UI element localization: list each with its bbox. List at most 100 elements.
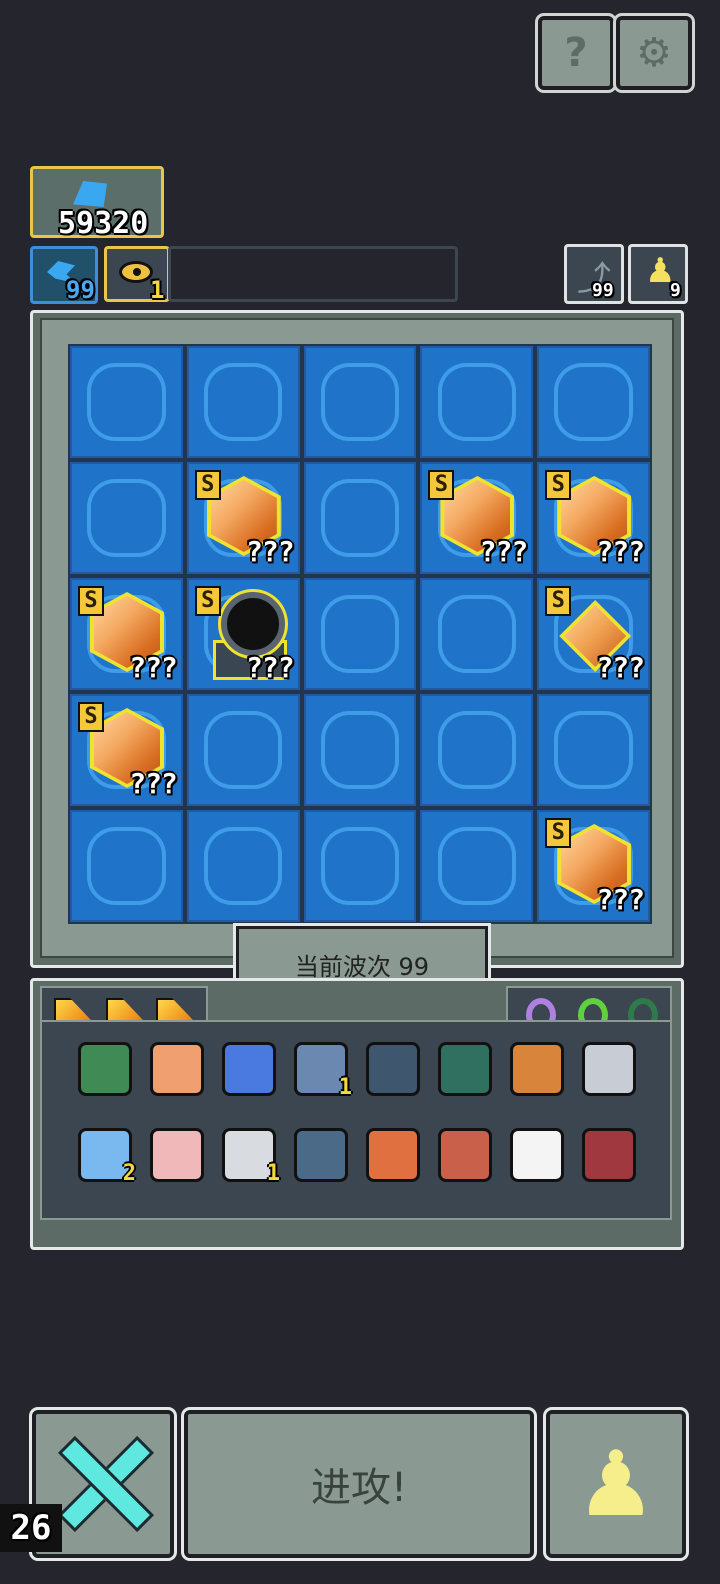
board-cell[interactable] xyxy=(186,346,300,458)
inventory-slot[interactable] xyxy=(506,1038,568,1100)
gold-counter: 59320 xyxy=(58,206,149,241)
attack-label: 进攻! xyxy=(310,1465,408,1511)
item-count: 2 xyxy=(122,1161,136,1186)
board-cell[interactable]: S??? xyxy=(537,578,650,690)
board-cell[interactable] xyxy=(537,694,650,806)
unknown-label: ??? xyxy=(479,535,529,568)
helmet-icon xyxy=(366,1128,420,1182)
pawn-icon: ♟ xyxy=(575,1431,657,1537)
board-cell[interactable] xyxy=(303,694,417,806)
board-cell[interactable] xyxy=(420,346,534,458)
vase-icon xyxy=(510,1128,564,1182)
inventory-slot[interactable] xyxy=(146,1124,208,1186)
bench-icon xyxy=(438,1042,492,1096)
board-cell[interactable] xyxy=(420,810,534,922)
turtle-shell-icon xyxy=(78,1042,132,1096)
help-button[interactable]: ? xyxy=(538,16,614,90)
close-icon xyxy=(57,1435,155,1533)
rank-badge: S xyxy=(428,470,455,500)
item-count: 1 xyxy=(266,1161,280,1186)
board-cell[interactable]: S??? xyxy=(537,810,650,922)
painting-icon xyxy=(510,1042,564,1096)
board-cell[interactable] xyxy=(186,694,300,806)
crystal-item[interactable]: S??? xyxy=(422,464,531,572)
unknown-label: ??? xyxy=(596,535,645,568)
statue-icon xyxy=(582,1042,636,1096)
board-cell[interactable] xyxy=(537,346,650,458)
level-badge: 26 xyxy=(0,1504,62,1552)
eye-icon xyxy=(119,261,153,283)
portal-icon xyxy=(294,1128,348,1182)
board-cell[interactable] xyxy=(420,578,534,690)
inventory-slot[interactable] xyxy=(578,1038,640,1100)
rank-badge: S xyxy=(545,818,572,848)
board-cell[interactable] xyxy=(186,810,300,922)
wave-label: 当前波次 99 xyxy=(294,952,430,981)
board-cell[interactable] xyxy=(303,462,417,574)
eye-counter: 1 xyxy=(150,276,165,304)
rank-badge: S xyxy=(78,586,104,616)
bag-icon xyxy=(582,1128,636,1182)
inventory-slot[interactable] xyxy=(506,1124,568,1186)
board-cell[interactable]: S??? xyxy=(70,694,183,806)
inventory-slot[interactable] xyxy=(146,1038,208,1100)
board-cell[interactable]: S??? xyxy=(186,578,300,690)
rank-badge: S xyxy=(194,470,221,500)
inventory-slot[interactable] xyxy=(578,1124,640,1186)
inventory-slot[interactable] xyxy=(74,1038,136,1100)
rank-badge: S xyxy=(78,702,104,732)
crystal-item[interactable]: S??? xyxy=(72,580,181,688)
inventory-slot[interactable] xyxy=(434,1124,496,1186)
crystal-item[interactable]: S??? xyxy=(189,464,298,572)
inventory-slot[interactable] xyxy=(434,1038,496,1100)
diamond-item[interactable]: S??? xyxy=(539,580,648,688)
inventory-slot[interactable]: 1 xyxy=(218,1124,280,1186)
inventory-slot[interactable] xyxy=(362,1038,424,1100)
settings-button[interactable]: ⚙ xyxy=(616,16,692,90)
gear-icon: ⚙ xyxy=(636,30,672,76)
board-cell[interactable]: S??? xyxy=(186,462,300,574)
progress-bar xyxy=(168,246,458,302)
inventory-slot[interactable]: 1 xyxy=(290,1038,352,1100)
crystal-item[interactable]: S??? xyxy=(72,696,181,804)
unknown-label: ??? xyxy=(246,535,295,568)
crystal-item[interactable]: S??? xyxy=(539,464,648,572)
item-count: 1 xyxy=(338,1075,352,1100)
board-cell[interactable] xyxy=(303,578,417,690)
inventory-grid: 1 2 1 xyxy=(40,1020,672,1220)
pawn-action-button[interactable]: ♟ xyxy=(546,1410,686,1558)
unknown-label: ??? xyxy=(129,767,178,800)
gem-counter: 99 xyxy=(66,276,95,304)
inventory-slot[interactable] xyxy=(362,1124,424,1186)
board-cell[interactable]: S??? xyxy=(70,578,183,690)
question-mark-icon: ? xyxy=(564,30,588,76)
board-cell[interactable] xyxy=(303,810,417,922)
refresh-counter: 99 xyxy=(592,280,614,301)
board-cell[interactable] xyxy=(70,462,183,574)
board-cell[interactable]: S??? xyxy=(537,462,650,574)
unknown-label: ??? xyxy=(596,883,645,916)
board-cell[interactable] xyxy=(420,694,534,806)
board-cell[interactable]: S??? xyxy=(420,462,534,574)
unknown-label: ??? xyxy=(596,651,645,684)
rank-badge: S xyxy=(545,586,572,616)
rank-badge: S xyxy=(545,470,572,500)
inventory-slot[interactable]: 2 xyxy=(74,1124,136,1186)
inventory-slot[interactable] xyxy=(290,1124,352,1186)
board-cell[interactable] xyxy=(70,346,183,458)
crystal-item[interactable]: S??? xyxy=(539,812,648,920)
unknown-label: ??? xyxy=(129,651,178,684)
jar-icon xyxy=(150,1128,204,1182)
board-cell[interactable] xyxy=(303,346,417,458)
board-grid: S??? S??? S??? S??? S??? S??? S??? S??? xyxy=(68,344,652,924)
cannon-item[interactable]: S??? xyxy=(189,580,298,688)
attack-button[interactable]: 进攻! xyxy=(184,1410,534,1558)
blue-gem-icon xyxy=(73,181,107,207)
unknown-label: ??? xyxy=(246,651,295,684)
rank-badge: S xyxy=(194,586,221,616)
pawn-counter: 9 xyxy=(670,280,681,301)
camera-icon xyxy=(366,1042,420,1096)
board-cell[interactable] xyxy=(70,810,183,922)
banner-icon xyxy=(438,1128,492,1182)
inventory-slot[interactable] xyxy=(218,1038,280,1100)
